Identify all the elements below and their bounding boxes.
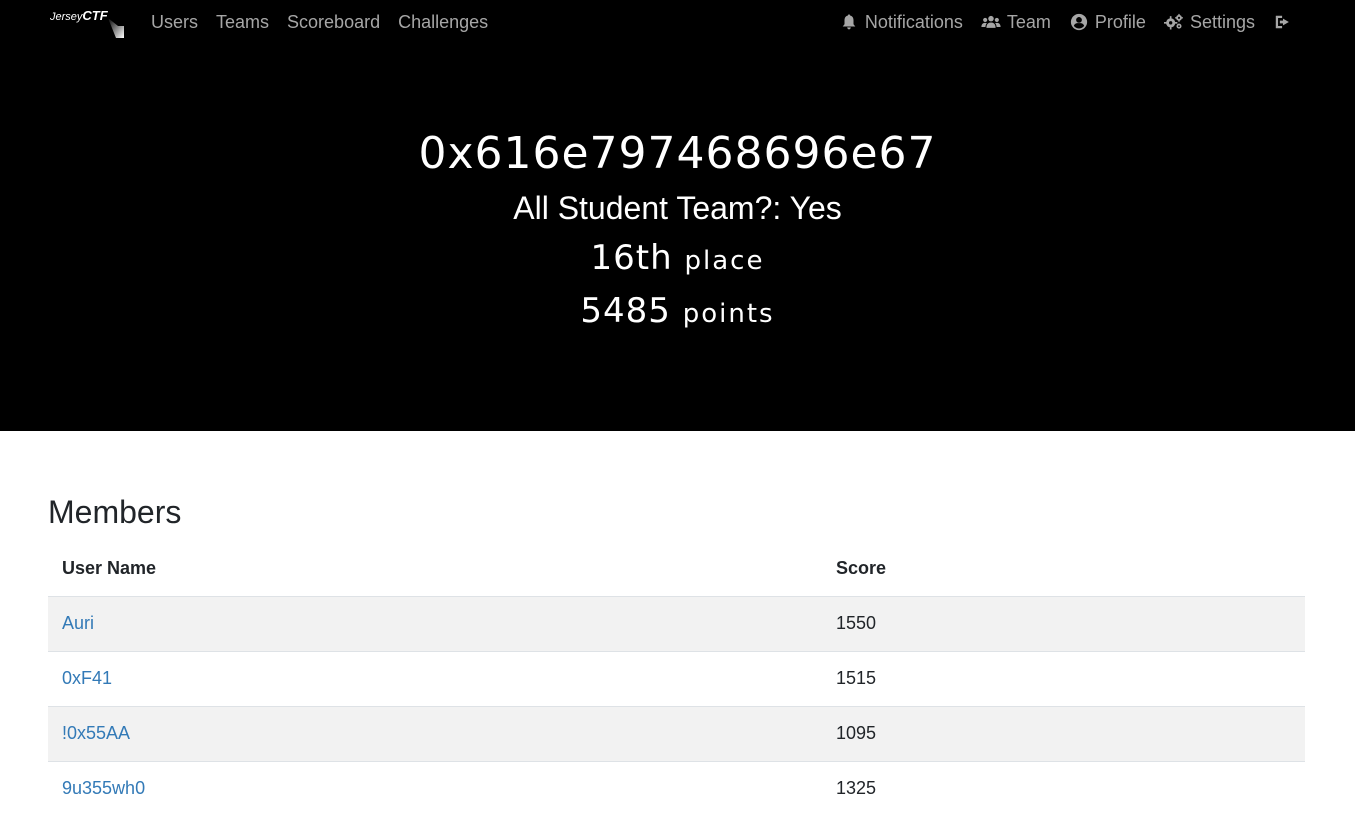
member-cell: 9u355wh0 xyxy=(48,760,822,816)
points-value: 5485 xyxy=(580,291,671,331)
member-score: 1325 xyxy=(822,760,1305,816)
member-score: 1095 xyxy=(822,705,1305,761)
nav-settings-label: Settings xyxy=(1189,11,1255,32)
cogs-icon xyxy=(1163,13,1184,31)
nav-profile-label: Profile xyxy=(1094,11,1146,32)
nav-notifications[interactable]: Notifications xyxy=(839,12,963,33)
user-circle-icon xyxy=(1069,13,1089,31)
members-title: Members xyxy=(48,494,182,530)
table-row: !0x55AA 1095 xyxy=(48,705,1305,761)
place-value: 16th xyxy=(590,238,673,278)
nav-logout[interactable] xyxy=(1273,13,1293,31)
points-label: points xyxy=(682,299,775,329)
team-header: 0x616e797468696e67 All Student Team?: Ye… xyxy=(0,44,1355,431)
nav-profile[interactable]: Profile xyxy=(1069,12,1146,33)
member-cell: Auri xyxy=(48,595,822,651)
member-cell: 0xF41 xyxy=(48,650,822,706)
users-icon xyxy=(981,13,1001,31)
header-user-name: User Name xyxy=(48,541,822,597)
table-header-row: User Name Score xyxy=(48,541,1305,597)
nav-left: Users Teams Scoreboard Challenges xyxy=(151,0,506,44)
member-link[interactable]: 0xF41 xyxy=(62,668,112,688)
members-table: User Name Score Auri 1550 0xF41 1515 !0x… xyxy=(48,541,1305,816)
table-row: 9u355wh0 1325 xyxy=(48,760,1305,816)
nav-team-label: Team xyxy=(1006,11,1051,32)
team-name: 0x616e797468696e67 xyxy=(418,128,937,179)
table-row: 0xF41 1515 xyxy=(48,650,1305,706)
brand-text: JerseyCTF xyxy=(50,8,108,23)
place-label: place xyxy=(684,246,765,276)
team-place: 16th place xyxy=(0,238,1355,278)
nav-team[interactable]: Team xyxy=(981,12,1051,33)
member-score: 1550 xyxy=(822,595,1305,651)
nav-users[interactable]: Users xyxy=(151,12,198,33)
member-link[interactable]: !0x55AA xyxy=(62,723,130,743)
brand-flag-icon xyxy=(108,18,124,38)
nav-right: Notifications Team Profile Settings xyxy=(839,0,1293,44)
navbar: JerseyCTF Users Teams Scoreboard Challen… xyxy=(0,0,1355,44)
nav-settings[interactable]: Settings xyxy=(1163,11,1255,33)
table-row: Auri 1550 xyxy=(48,595,1305,651)
nav-notifications-label: Notifications xyxy=(864,11,963,32)
nav-teams[interactable]: Teams xyxy=(216,12,269,33)
all-student-status: All Student Team?: Yes xyxy=(513,190,842,226)
member-link[interactable]: Auri xyxy=(62,613,94,633)
member-score: 1515 xyxy=(822,650,1305,706)
logout-icon xyxy=(1273,13,1293,31)
member-link[interactable]: 9u355wh0 xyxy=(62,778,145,798)
nav-challenges[interactable]: Challenges xyxy=(398,12,488,33)
header-score: Score xyxy=(822,541,1305,597)
brand-logo[interactable]: JerseyCTF xyxy=(50,6,126,40)
team-points: 5485 points xyxy=(0,291,1355,331)
member-cell: !0x55AA xyxy=(48,705,822,761)
nav-scoreboard[interactable]: Scoreboard xyxy=(287,12,380,33)
bell-icon xyxy=(839,13,859,31)
